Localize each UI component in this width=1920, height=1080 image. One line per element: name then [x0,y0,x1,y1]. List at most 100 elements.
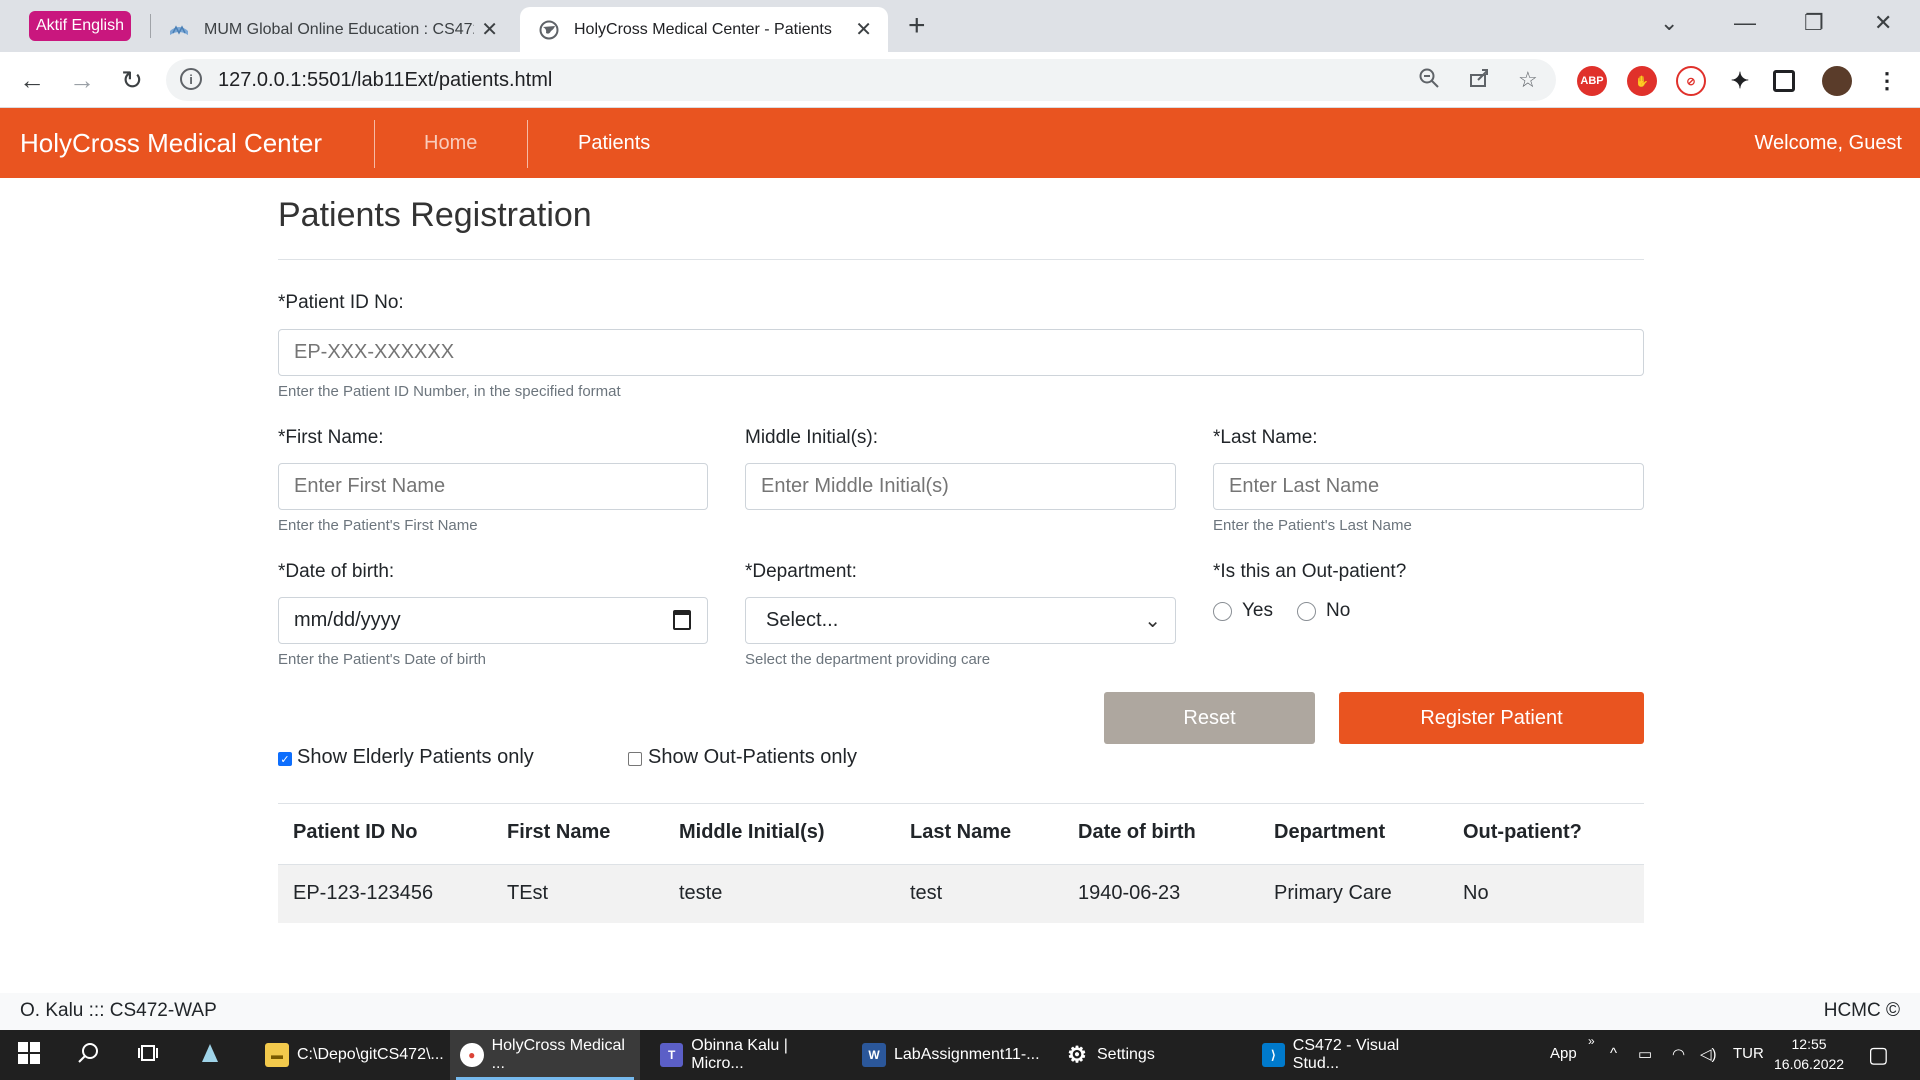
taskbar-app-teams[interactable]: T Obinna Kalu | Micro... [650,1030,840,1080]
browser-tab-bar: Aktif English MUM Global Online Educatio… [0,0,1920,52]
register-patient-button[interactable]: Register Patient [1339,692,1644,744]
restore-icon[interactable]: ❐ [1804,10,1824,36]
patient-id-input[interactable] [278,329,1644,376]
windows-taskbar: ▬ C:\Depo\gitCS472\... ● HolyCross Medic… [0,1030,1920,1080]
middle-initial-label: Middle Initial(s): [745,427,879,448]
clock-time: 12:55 [1791,1036,1827,1052]
media-icon[interactable] [1773,70,1795,92]
address-bar[interactable]: i 127.0.0.1:5501/lab11Ext/patients.html … [166,59,1556,101]
puzzle-icon[interactable]: ✦ [1725,66,1755,96]
tray-app-label[interactable]: App [1550,1045,1577,1062]
site-info-icon[interactable]: i [180,68,202,90]
taskbar-app-label: LabAssignment11-... [894,1046,1040,1063]
tab-separator [150,14,151,38]
windows-start-icon[interactable] [18,1042,40,1070]
tab-mum-education[interactable]: MUM Global Online Education : CS472- ✕ [158,7,514,52]
reset-button[interactable]: Reset [1104,692,1315,744]
volume-icon[interactable]: ◁) [1700,1045,1717,1063]
page-title: Patients Registration [278,196,592,234]
bookmark-star-icon[interactable]: ☆ [1518,67,1538,93]
taskbar-app-vscode[interactable]: ⟩ CS472 - Visual Stud... [1252,1030,1442,1080]
pinned-app-icon[interactable] [198,1042,222,1072]
taskbar-app-chrome[interactable]: ● HolyCross Medical ... [450,1030,640,1080]
search-icon[interactable] [78,1042,100,1070]
nav-home[interactable]: Home [424,132,477,155]
app-navbar: HolyCross Medical Center Home Patients W… [0,108,1920,178]
last-name-help: Enter the Patient's Last Name [1213,517,1412,534]
cell-dob: 1940-06-23 [1078,882,1181,904]
taskbar-app-label: C:\Depo\gitCS472\... [297,1046,444,1063]
elderly-checkbox-label[interactable]: Show Elderly Patients only [297,746,534,769]
department-select[interactable]: Select... ⌄ [745,597,1176,644]
first-name-input[interactable] [278,463,708,510]
task-view-icon[interactable] [138,1042,160,1070]
folder-icon: ▬ [265,1043,289,1067]
share-icon[interactable] [1468,67,1490,95]
last-name-input[interactable] [1213,463,1644,510]
outpatient-no-radio[interactable] [1297,602,1316,621]
show-hidden-icons-icon[interactable]: ^ [1610,1045,1617,1062]
title-divider [278,259,1644,260]
col-header-middle-initial: Middle Initial(s) [679,821,825,843]
teams-icon: T [660,1043,684,1067]
menu-kebab-icon[interactable]: ⋮ [1872,66,1902,96]
dob-input[interactable]: mm/dd/yyyy [278,597,708,644]
close-tab-icon[interactable]: ✕ [855,17,872,42]
middle-initial-input[interactable] [745,463,1176,510]
language-indicator[interactable]: TUR [1733,1045,1764,1062]
nav-patients[interactable]: Patients [578,132,650,155]
minimize-icon[interactable]: — [1734,10,1756,36]
outpatient-yes-radio[interactable] [1213,602,1232,621]
close-window-icon[interactable]: ✕ [1874,10,1892,36]
clock-date: 16.06.2022 [1774,1056,1845,1072]
cell-last-name: test [910,882,943,904]
col-header-first-name: First Name [507,821,611,843]
url-text[interactable]: 127.0.0.1:5501/lab11Ext/patients.html [218,69,552,92]
patient-id-help: Enter the Patient ID Number, in the spec… [278,383,621,400]
taskbar-app-settings[interactable]: ⚙ Settings [1055,1030,1245,1080]
zoom-icon[interactable] [1418,67,1440,95]
ext-red-icon[interactable]: ⊘ [1676,66,1706,96]
wifi-icon[interactable]: ◠ [1672,1045,1685,1063]
last-name-label: *Last Name: [1213,427,1318,448]
avatar[interactable] [1822,66,1852,96]
globe-favicon-icon [538,19,560,41]
profile-button[interactable]: Aktif English [29,11,131,41]
welcome-text: Welcome, Guest [1754,132,1902,154]
taskbar-app-label: Obinna Kalu | Micro... [691,1037,788,1072]
dob-help: Enter the Patient's Date of birth [278,651,486,668]
reload-icon[interactable]: ↻ [114,62,150,98]
nav-divider [374,120,375,168]
chrome-icon: ● [460,1043,484,1067]
tab-title: MUM Global Online Education : CS472- [204,20,474,38]
outpatients-checkbox-label[interactable]: Show Out-Patients only [648,746,857,769]
first-name-help: Enter the Patient's First Name [278,517,478,534]
tab-title: HolyCross Medical Center - Patients [574,20,832,38]
taskbar-app-explorer[interactable]: ▬ C:\Depo\gitCS472\... [255,1030,445,1080]
taskbar-app-label: Settings [1097,1046,1155,1063]
outpatient-no-label[interactable]: No [1326,600,1350,622]
close-tab-icon[interactable]: ✕ [481,17,498,42]
system-clock[interactable]: 12:55 16.06.2022 [1774,1034,1844,1074]
tray-overflow-icon[interactable]: » [1588,1034,1595,1048]
moodle-favicon-icon [168,19,190,41]
taskbar-app-label: CS472 - Visual Stud... [1292,1037,1400,1072]
back-arrow-icon[interactable]: ← [14,62,50,98]
elderly-checkbox[interactable]: ✓ [278,752,292,766]
forward-arrow-icon[interactable]: → [64,62,100,98]
taskbar-app-word[interactable]: W LabAssignment11-... [852,1030,1042,1080]
calendar-icon[interactable] [673,610,691,630]
outpatients-checkbox[interactable] [628,752,642,766]
battery-icon[interactable]: ▭ [1638,1045,1652,1063]
tab-search-chevron-icon[interactable]: ⌄ [1660,10,1678,36]
tab-holycross-patients[interactable]: HolyCross Medical Center - Patients ✕ [520,7,888,52]
brand-title[interactable]: HolyCross Medical Center [20,128,322,159]
ublock-icon[interactable]: ✋ [1627,66,1657,96]
notification-icon[interactable]: ▢ [1868,1042,1889,1068]
abp-icon[interactable]: ABP [1577,66,1607,96]
new-tab-icon[interactable]: + [908,9,926,43]
outpatient-yes-label[interactable]: Yes [1242,600,1273,622]
outpatient-label: *Is this an Out-patient? [1213,561,1407,582]
nav-divider [527,120,528,168]
word-icon: W [862,1043,886,1067]
